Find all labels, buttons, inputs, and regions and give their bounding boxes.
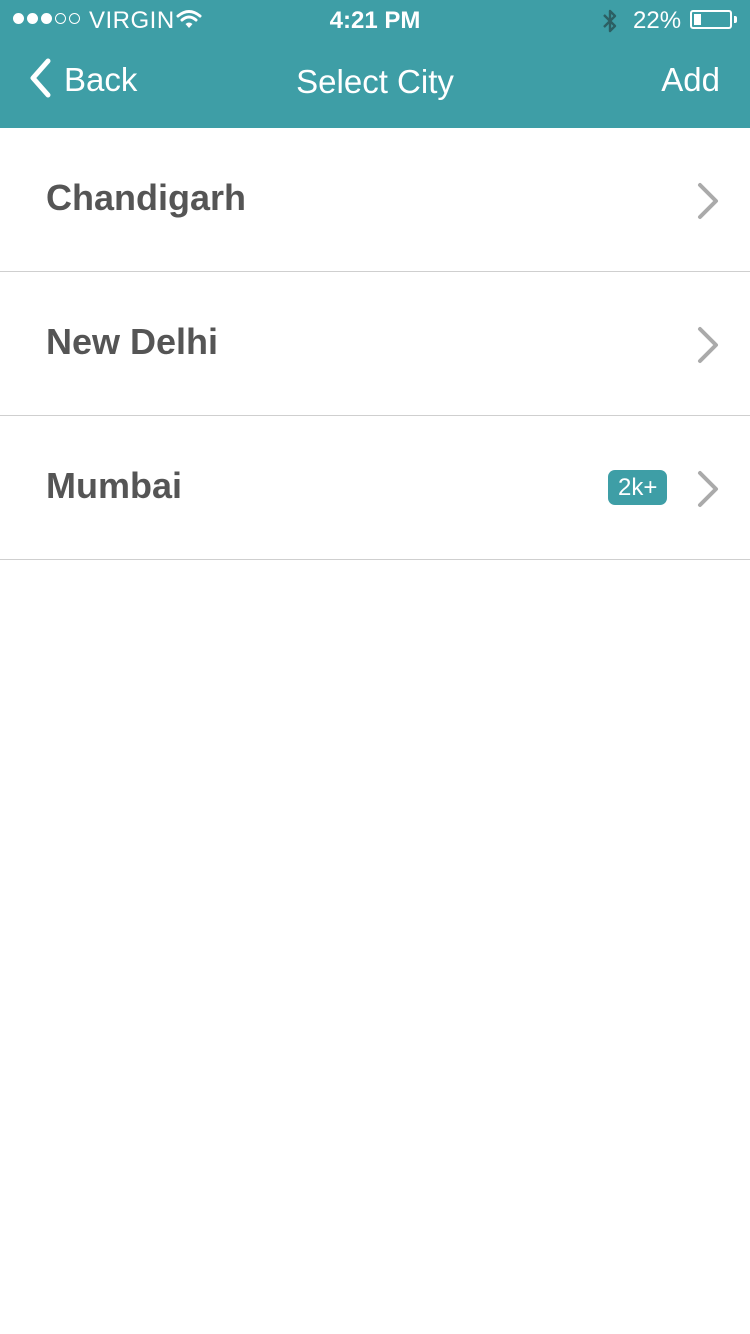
city-row-mumbai[interactable]: Mumbai 2k+: [0, 416, 750, 560]
page-title: Select City: [296, 63, 454, 100]
battery-icon: [690, 10, 732, 29]
city-row-new-delhi[interactable]: New Delhi: [0, 272, 750, 416]
city-name: Mumbai: [46, 465, 183, 506]
chevron-right-icon: [696, 470, 720, 513]
navigation-bar: Back Select City Add: [0, 40, 750, 128]
status-bar: VIRGIN 4:21 PM 22%: [0, 0, 750, 40]
count-badge: 2k+: [608, 470, 668, 505]
city-list: Chandigarh New Delhi Mumbai 2k+: [0, 128, 750, 560]
chevron-right-icon: [696, 326, 720, 369]
city-row-chandigarh[interactable]: Chandigarh: [0, 128, 750, 272]
battery-level-fill: [694, 14, 701, 25]
add-button[interactable]: Add: [661, 61, 720, 99]
app-header: VIRGIN 4:21 PM 22% Back Select City Add: [0, 0, 750, 128]
city-name: Chandigarh: [46, 177, 247, 218]
chevron-right-icon: [696, 182, 720, 225]
bluetooth-icon: [601, 8, 619, 39]
battery-percentage: 22%: [633, 7, 682, 34]
battery-terminal: [734, 16, 737, 23]
city-name: New Delhi: [46, 321, 219, 362]
